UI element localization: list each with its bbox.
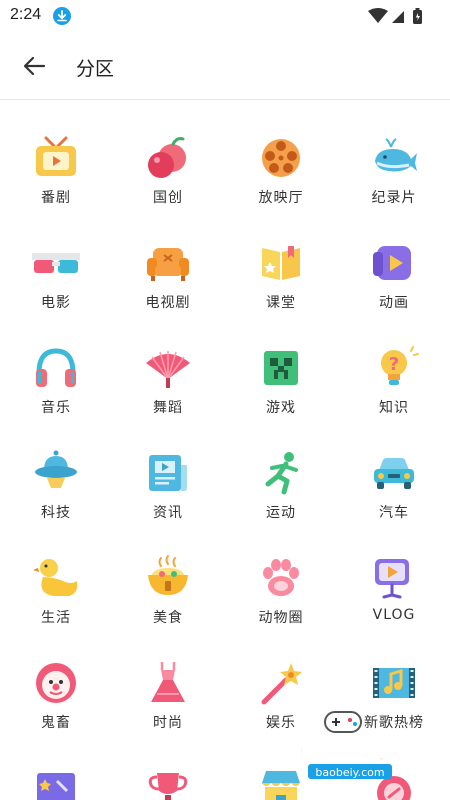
arrow-left-icon bbox=[23, 56, 46, 76]
app-bar: 分区 bbox=[0, 32, 450, 100]
download-icon bbox=[53, 7, 71, 25]
category-label: 放映厅 bbox=[258, 190, 304, 206]
category-animation[interactable]: 动画 bbox=[338, 206, 450, 311]
category-classroom[interactable]: 课堂 bbox=[225, 206, 337, 311]
play-square-icon bbox=[373, 246, 411, 280]
category-label: 纪录片 bbox=[371, 190, 417, 206]
category-bangumi[interactable]: 番剧 bbox=[0, 101, 112, 206]
pomegranate-icon bbox=[148, 137, 186, 178]
creeper-icon bbox=[264, 351, 298, 385]
status-bar: 2:24 bbox=[0, 0, 450, 32]
category-label: VLOG bbox=[372, 607, 416, 623]
category-label: 电影 bbox=[41, 295, 71, 311]
category-label: 国创 bbox=[153, 190, 183, 206]
trophy-icon bbox=[148, 773, 188, 800]
category-movie[interactable]: 电影 bbox=[0, 206, 112, 311]
status-icons bbox=[356, 7, 436, 25]
lightbulb-question-icon: ? bbox=[381, 346, 419, 385]
category-theater[interactable]: 放映厅 bbox=[225, 101, 337, 206]
category-label: 科技 bbox=[41, 505, 71, 521]
category-purple-card[interactable] bbox=[0, 731, 112, 800]
category-news[interactable]: 资讯 bbox=[112, 416, 224, 521]
category-label: 时尚 bbox=[153, 715, 183, 731]
wifi-icon bbox=[368, 8, 388, 23]
newspaper-icon bbox=[149, 455, 187, 491]
ufo-icon bbox=[35, 450, 77, 488]
category-music[interactable]: 音乐 bbox=[0, 311, 112, 416]
category-life[interactable]: 生活 bbox=[0, 521, 112, 626]
category-label: 动画 bbox=[379, 295, 409, 311]
category-sports[interactable]: 运动 bbox=[225, 416, 337, 521]
magic-wand-icon bbox=[261, 663, 302, 705]
category-label: 番剧 bbox=[41, 190, 71, 206]
watermark-name: 宝贝游戏网 bbox=[290, 736, 410, 764]
category-fashion[interactable]: 时尚 bbox=[112, 626, 224, 731]
music-film-icon bbox=[373, 668, 415, 698]
category-animals[interactable]: 动物圈 bbox=[225, 521, 337, 626]
category-game[interactable]: 游戏 bbox=[225, 311, 337, 416]
dress-icon bbox=[151, 662, 185, 702]
tv-icon bbox=[36, 136, 76, 176]
film-reel-icon bbox=[262, 139, 300, 177]
category-tv-series[interactable]: 电视剧 bbox=[112, 206, 224, 311]
category-trophy[interactable] bbox=[112, 731, 224, 800]
food-bowl-icon bbox=[148, 555, 188, 595]
category-label: 运动 bbox=[266, 505, 296, 521]
category-label: 美食 bbox=[153, 610, 183, 626]
category-label: 电视剧 bbox=[145, 295, 191, 311]
category-label: 知识 bbox=[379, 400, 409, 416]
category-label: 动物圈 bbox=[258, 610, 304, 626]
category-guichu[interactable]: 鬼畜 bbox=[0, 626, 112, 731]
category-label: 汽车 bbox=[379, 505, 409, 521]
category-documentary[interactable]: 纪录片 bbox=[338, 101, 450, 206]
category-food[interactable]: 美食 bbox=[112, 521, 224, 626]
category-dance[interactable]: 舞蹈 bbox=[112, 311, 224, 416]
vlog-camera-icon bbox=[375, 559, 409, 599]
category-knowledge[interactable]: ? 知识 bbox=[338, 311, 450, 416]
runner-icon bbox=[265, 452, 298, 495]
fan-icon bbox=[146, 351, 190, 388]
purple-card-icon bbox=[37, 773, 75, 800]
category-label: 舞蹈 bbox=[153, 400, 183, 416]
category-label: 课堂 bbox=[266, 295, 296, 311]
whale-icon bbox=[375, 138, 417, 172]
battery-icon bbox=[413, 8, 422, 24]
watermark: 宝贝游戏网 baobeiy.com bbox=[270, 706, 430, 800]
signal-icon bbox=[392, 11, 404, 23]
category-label: 鬼畜 bbox=[41, 715, 71, 731]
3d-glasses-icon bbox=[32, 253, 80, 273]
category-label: 游戏 bbox=[266, 400, 296, 416]
paw-icon bbox=[263, 559, 299, 596]
duck-icon bbox=[33, 559, 78, 596]
category-technology[interactable]: 科技 bbox=[0, 416, 112, 521]
gamepad-icon bbox=[324, 711, 362, 733]
sofa-icon bbox=[147, 248, 189, 281]
status-time: 2:24 bbox=[10, 6, 42, 23]
category-label: 资讯 bbox=[153, 505, 183, 521]
category-label: 生活 bbox=[41, 610, 71, 626]
book-icon bbox=[262, 246, 300, 280]
category-label: 音乐 bbox=[41, 400, 71, 416]
svg-text:?: ? bbox=[389, 354, 399, 375]
category-car[interactable]: 汽车 bbox=[338, 416, 450, 521]
headphones-icon bbox=[36, 348, 76, 387]
category-vlog[interactable]: VLOG bbox=[338, 521, 450, 626]
watermark-url: baobeiy.com bbox=[315, 766, 384, 779]
car-icon bbox=[374, 458, 414, 489]
back-button[interactable] bbox=[18, 50, 52, 82]
clown-icon bbox=[36, 663, 76, 703]
category-guochuang[interactable]: 国创 bbox=[112, 101, 224, 206]
page-title: 分区 bbox=[76, 58, 115, 80]
